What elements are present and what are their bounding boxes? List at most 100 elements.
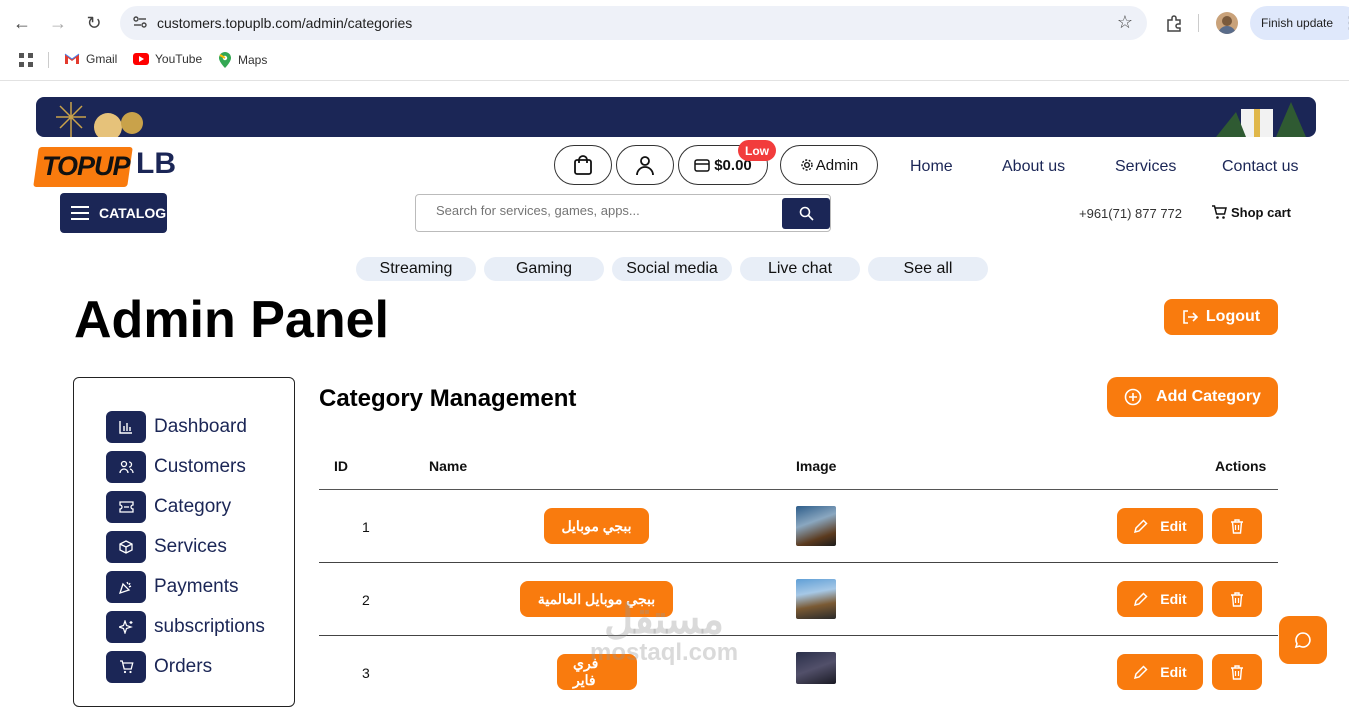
sidebar-item-customers[interactable]: Customers: [106, 451, 246, 483]
column-header-image: Image: [796, 458, 837, 474]
admin-label: Admin: [815, 156, 859, 174]
row-divider: [319, 562, 1278, 563]
delete-button[interactable]: [1212, 508, 1262, 544]
divider: [1198, 14, 1199, 32]
logout-button[interactable]: Logout: [1164, 299, 1278, 335]
category-live-chat[interactable]: Live chat: [740, 257, 860, 281]
category-social-media[interactable]: Social media: [612, 257, 732, 281]
nav-home[interactable]: Home: [910, 158, 953, 176]
watermark: مستقل mostaql.com: [590, 600, 738, 666]
bag-button[interactable]: [554, 145, 612, 185]
sidebar-item-dashboard[interactable]: Dashboard: [106, 411, 247, 443]
row-id: 2: [362, 592, 370, 608]
sidebar-item-services[interactable]: Services: [106, 531, 227, 563]
account-button[interactable]: [616, 145, 674, 185]
profile-avatar[interactable]: [1216, 12, 1238, 34]
sidebar-item-label: Payments: [154, 576, 239, 597]
edit-label: Edit: [1160, 664, 1187, 680]
category-see-all[interactable]: See all: [868, 257, 988, 281]
user-icon: [636, 156, 654, 176]
catalog-button[interactable]: CATALOG: [60, 193, 167, 233]
gear-icon: [801, 159, 813, 171]
category-name-badge: ببجي موبايل: [544, 508, 649, 544]
page-title: Admin Panel: [74, 291, 389, 349]
logo-text: TOPUP: [42, 151, 131, 181]
sidebar-item-label: Orders: [154, 656, 213, 677]
sidebar-item-payments[interactable]: Payments: [106, 571, 238, 603]
logout-label: Logout: [1205, 308, 1261, 325]
maps-icon: [219, 52, 231, 68]
column-header-actions: Actions: [1215, 458, 1267, 474]
sidebar-item-subscriptions[interactable]: subscriptions: [106, 611, 265, 643]
search-icon: [799, 206, 814, 221]
finish-update-button[interactable]: Finish update ⋮: [1250, 6, 1349, 40]
search-button[interactable]: [782, 198, 830, 229]
pencil-icon: [1134, 591, 1148, 606]
trash-icon: [1231, 591, 1243, 607]
party-popper-icon: [106, 571, 146, 603]
category-image: [796, 579, 836, 619]
column-header-name: Name: [429, 458, 468, 474]
back-icon[interactable]: ←: [9, 10, 35, 36]
url-text: customers.topuplb.com/admin/categories: [157, 15, 413, 31]
bookmark-star-icon[interactable]: ☆: [1117, 12, 1133, 33]
site-logo[interactable]: TOPUP LB: [33, 145, 176, 187]
add-category-label: Add Category: [1156, 388, 1261, 405]
search-input[interactable]: [436, 203, 776, 218]
nav-about-us[interactable]: About us: [1002, 158, 1065, 176]
logo-text-lb: LB: [136, 147, 176, 180]
shopping-bag-icon: [574, 155, 592, 175]
add-category-button[interactable]: Add Category: [1107, 377, 1278, 417]
chat-button[interactable]: [1279, 616, 1327, 664]
category-image: [796, 652, 836, 684]
delete-button[interactable]: [1212, 581, 1262, 617]
column-header-id: ID: [334, 458, 348, 474]
edit-button[interactable]: Edit: [1117, 581, 1203, 617]
divider: [48, 52, 49, 68]
edit-button[interactable]: Edit: [1117, 508, 1203, 544]
sidebar-item-label: Dashboard: [154, 416, 247, 437]
cart-icon: [1212, 205, 1227, 219]
bookmark-gmail[interactable]: Gmail: [64, 52, 117, 66]
christmas-decoration-icon: [56, 102, 1306, 137]
shop-cart-link[interactable]: Shop cart: [1211, 205, 1291, 220]
bookmark-youtube[interactable]: YouTube: [133, 52, 202, 66]
sidebar-item-orders[interactable]: Orders: [106, 651, 212, 683]
delete-button[interactable]: [1212, 654, 1262, 690]
more-menu-icon[interactable]: ⋮: [1342, 13, 1349, 33]
admin-sidebar: Dashboard Customers Category Services Pa…: [73, 377, 295, 707]
category-streaming[interactable]: Streaming: [356, 257, 476, 281]
category-gaming[interactable]: Gaming: [484, 257, 604, 281]
ticket-icon: [106, 491, 146, 523]
reload-icon[interactable]: ↻: [81, 10, 107, 36]
bookmark-maps[interactable]: Maps: [218, 52, 267, 68]
apps-grid-icon[interactable]: [18, 52, 34, 73]
site-settings-icon[interactable]: [132, 14, 148, 30]
cart-icon: [106, 651, 146, 683]
nav-contact-us[interactable]: Contact us: [1222, 158, 1298, 176]
edit-button[interactable]: Edit: [1117, 654, 1203, 690]
sidebar-item-category[interactable]: Category: [106, 491, 231, 523]
row-id: 1: [362, 519, 370, 535]
sparkles-icon: [106, 611, 146, 643]
forward-icon[interactable]: →: [45, 10, 71, 36]
box-icon: [106, 531, 146, 563]
browser-chrome: ← → ↻ customers.topuplb.com/admin/catego…: [0, 0, 1349, 81]
catalog-label: CATALOG: [99, 205, 167, 221]
plus-circle-icon: [1124, 388, 1142, 406]
edit-label: Edit: [1160, 518, 1187, 534]
bookmark-label: Gmail: [86, 52, 118, 66]
address-bar[interactable]: customers.topuplb.com/admin/categories ☆: [120, 6, 1147, 40]
watermark-latin: mostaql.com: [590, 639, 739, 666]
low-balance-badge: Low: [738, 140, 776, 161]
extensions-icon[interactable]: [1161, 10, 1187, 36]
logout-icon: [1183, 310, 1198, 324]
nav-services[interactable]: Services: [1115, 158, 1176, 176]
section-title: Category Management: [319, 385, 577, 412]
row-id: 3: [362, 665, 370, 681]
pencil-icon: [1134, 664, 1148, 679]
shop-cart-label: Shop cart: [1231, 205, 1291, 220]
edit-label: Edit: [1160, 591, 1187, 607]
phone-number[interactable]: +961(71) 877 772: [1079, 206, 1182, 221]
admin-button[interactable]: Admin: [780, 145, 878, 185]
